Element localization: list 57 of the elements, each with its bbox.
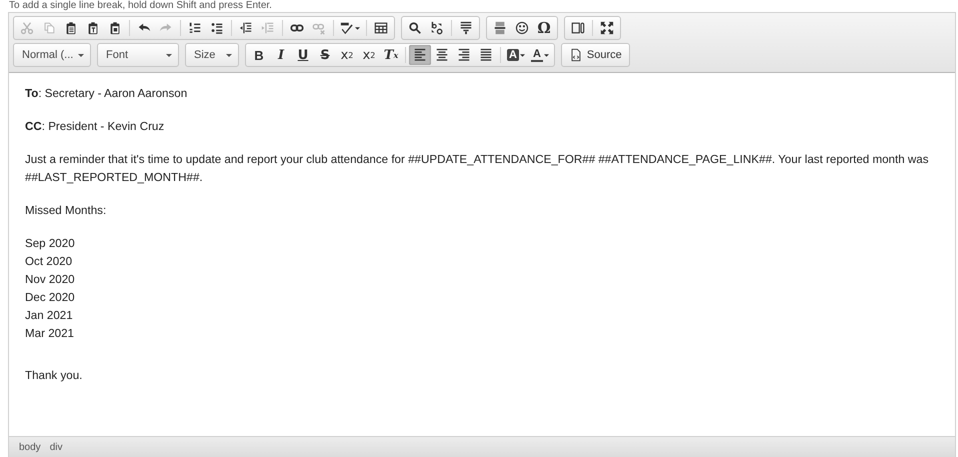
align-left-icon [413, 48, 427, 62]
body-text: CC: President - Kevin Cruz [25, 119, 166, 135]
align-left-button[interactable] [409, 45, 431, 65]
caret-icon [78, 54, 84, 56]
month-line: Dec 2020 [25, 290, 76, 306]
underline-button[interactable]: U [292, 45, 314, 65]
source-button[interactable]: Source [564, 45, 627, 65]
body-text: Just a reminder that it's time to update and report your club attendance for ##UPDATE_ATTENDANCE_FOR## ##ATTENDANCE_PAGE_LINK##. Your last reported month was ##LAST_REPORTED_MONTH##. [25, 152, 930, 186]
month-line: Nov 2020 [25, 272, 76, 288]
search-icon [408, 21, 422, 35]
month-line: Mar 2021 [25, 326, 75, 342]
indent-icon [261, 21, 275, 35]
table-icon [374, 21, 388, 35]
spellcheck-icon [340, 21, 354, 35]
format-dropdown[interactable]: Normal (... [14, 44, 90, 66]
format-dropdown[interactable]: Size [186, 44, 238, 66]
editor-hint: To add a single line break, hold down Shift and press Enter. [8, 0, 273, 12]
source-icon [568, 48, 583, 62]
caret-icon [226, 54, 232, 56]
month-line: Sep 2020 [25, 236, 76, 252]
show-blocks-icon [571, 21, 585, 35]
month-line: Jan 2021 [25, 308, 74, 324]
italic-button[interactable]: I [270, 45, 292, 65]
format-dropdown[interactable]: Font [98, 44, 178, 66]
caret-icon [544, 54, 549, 56]
element-path-link[interactable]: div [50, 442, 62, 452]
body-text: To: Secretary - Aaron Aaronson [25, 86, 188, 102]
clipboard-icon [64, 21, 78, 35]
bulleted-list-icon [210, 21, 224, 35]
month-line: Oct 2020 [25, 254, 74, 270]
special-character-button[interactable]: Ω [533, 18, 555, 38]
caret-icon [520, 54, 525, 56]
copy-icon [42, 21, 56, 35]
replace-icon [430, 21, 444, 35]
unlink-icon [312, 21, 326, 35]
bold-button[interactable]: B [248, 45, 270, 65]
caret-icon [166, 54, 172, 56]
caret-icon [355, 26, 360, 30]
smiley-icon [515, 21, 529, 35]
select-all-icon [459, 21, 473, 35]
clipboard-word-icon [108, 21, 122, 35]
body-text: Missed Months: [25, 203, 108, 219]
body-text: Thank you. [25, 368, 84, 384]
strikethrough-button[interactable]: S [314, 45, 336, 65]
horizontal-rule-icon [493, 21, 507, 35]
element-path-link[interactable]: body [19, 442, 41, 452]
background-color-button[interactable]: A [504, 45, 528, 65]
maximize-icon [600, 21, 614, 35]
outdent-icon [239, 21, 253, 35]
scissors-icon [20, 21, 34, 35]
align-right-icon [457, 48, 471, 62]
clipboard-text-icon [86, 21, 100, 35]
justify-icon [479, 48, 493, 62]
align-center-icon [435, 48, 449, 62]
text-color-button[interactable]: A [528, 45, 552, 65]
numbered-list-icon [188, 21, 202, 35]
superscript-button[interactable]: x$^{2}$ [358, 45, 380, 65]
